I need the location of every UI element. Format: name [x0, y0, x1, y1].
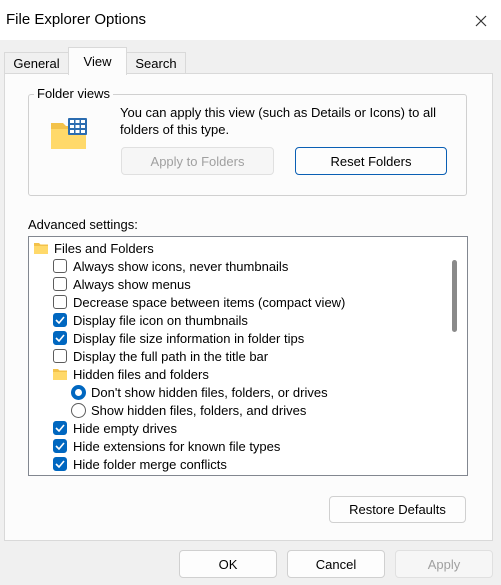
tree-checkbox-display-full-path[interactable]: Display the full path in the title bar: [53, 347, 268, 365]
tree-checkbox-hide-empty-drives[interactable]: Hide empty drives: [53, 419, 177, 437]
close-icon: [475, 15, 487, 27]
tab-general-label: General: [13, 56, 60, 71]
tree-item-label: Hide folder merge conflicts: [73, 456, 227, 472]
cancel-label: Cancel: [315, 556, 357, 572]
checkbox[interactable]: [53, 259, 67, 273]
folder-views-description: You can apply this view (such as Details…: [120, 105, 437, 137]
restore-defaults-button[interactable]: Restore Defaults: [329, 496, 466, 523]
title-bar: File Explorer Options: [0, 0, 501, 40]
folder-view-icon: [51, 118, 87, 149]
checkbox-checked[interactable]: [53, 457, 67, 471]
tree-item-label: Display file icon on thumbnails: [73, 312, 248, 328]
tree-checkbox-display-file-icon[interactable]: Display file icon on thumbnails: [53, 311, 248, 329]
checkmark-icon: [55, 460, 65, 468]
folder-icon: [34, 243, 48, 254]
checkmark-icon: [55, 334, 65, 342]
apply-label: Apply: [427, 556, 461, 572]
reset-folders-button[interactable]: Reset Folders: [295, 147, 447, 175]
tree-checkbox-hide-merge-conflicts[interactable]: Hide folder merge conflicts: [53, 455, 227, 473]
apply-button[interactable]: Apply: [395, 550, 493, 578]
apply-to-folders-label: Apply to Folders: [150, 153, 245, 169]
apply-to-folders-button[interactable]: Apply to Folders: [121, 147, 274, 175]
folder-icon: [53, 369, 67, 380]
restore-defaults-label: Restore Defaults: [349, 502, 446, 517]
tree-item-label: Always show icons, never thumbnails: [73, 258, 289, 274]
checkbox[interactable]: [53, 295, 67, 309]
advanced-settings-label: Advanced settings:: [28, 217, 138, 232]
tree-item-label: Display the full path in the title bar: [73, 348, 269, 364]
tree-radio-show-hidden[interactable]: Show hidden files, folders, and drives: [71, 401, 306, 419]
tree-radio-dont-show-hidden[interactable]: Don't show hidden files, folders, or dri…: [71, 383, 328, 401]
tree-checkbox-always-show-icons[interactable]: Always show icons, never thumbnails: [53, 257, 288, 275]
checkmark-icon: [55, 316, 65, 324]
tree-folder-files-and-folders: Files and Folders: [34, 239, 154, 257]
tree-item-label: Display file size information in folder …: [73, 330, 305, 346]
checkbox-checked[interactable]: [53, 421, 67, 435]
tree-folder-hidden-files: Hidden files and folders: [53, 365, 209, 383]
tree-folder-label: Files and Folders: [54, 240, 154, 256]
tab-general[interactable]: General: [4, 52, 69, 74]
tab-search-label: Search: [135, 56, 177, 71]
tab-search[interactable]: Search: [126, 52, 186, 74]
checkmark-icon: [55, 424, 65, 432]
tree-item-label: Decrease space between items (compact vi…: [73, 294, 346, 310]
tree-item-label: Hide extensions for known file types: [73, 438, 281, 454]
tree-folder-label: Hidden files and folders: [73, 366, 209, 382]
tree-item-label: Show hidden files, folders, and drives: [91, 402, 307, 418]
window-title: File Explorer Options: [6, 11, 147, 28]
tree-checkbox-hide-extensions[interactable]: Hide extensions for known file types: [53, 437, 280, 455]
radio-selected[interactable]: [71, 384, 86, 400]
folder-views-title: Folder views: [34, 86, 113, 101]
tree-item-label: Always show menus: [73, 276, 191, 292]
checkbox[interactable]: [53, 277, 67, 291]
reset-folders-label: Reset Folders: [330, 153, 412, 169]
ok-button[interactable]: OK: [179, 550, 277, 578]
radio[interactable]: [71, 402, 86, 418]
tree-item-label: Hide empty drives: [73, 420, 178, 436]
advanced-settings-tree[interactable]: Files and Folders Always show icons, nev…: [28, 236, 468, 476]
checkmark-icon: [55, 442, 65, 450]
tab-view-label: View: [83, 54, 112, 69]
checkbox-checked[interactable]: [53, 313, 67, 327]
tree-checkbox-always-show-menus[interactable]: Always show menus: [53, 275, 191, 293]
scrollbar-thumb[interactable]: [452, 260, 457, 332]
cancel-button[interactable]: Cancel: [287, 550, 385, 578]
checkbox-checked[interactable]: [53, 331, 67, 345]
tree-checkbox-display-file-size[interactable]: Display file size information in folder …: [53, 329, 304, 347]
close-button[interactable]: [466, 8, 496, 34]
tab-view[interactable]: View: [68, 47, 127, 75]
checkbox-checked[interactable]: [53, 439, 67, 453]
ok-label: OK: [218, 556, 238, 572]
checkbox[interactable]: [53, 349, 67, 363]
tree-item-label: Don't show hidden files, folders, or dri…: [91, 384, 328, 400]
tree-checkbox-decrease-space[interactable]: Decrease space between items (compact vi…: [53, 293, 345, 311]
